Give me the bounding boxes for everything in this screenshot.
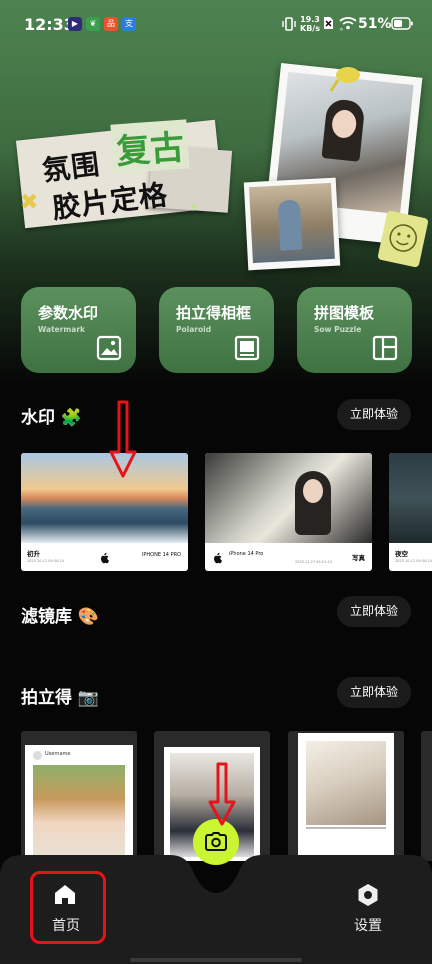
portrait-sample-image — [205, 453, 372, 543]
avatar — [33, 751, 42, 760]
watermark-sample-1[interactable]: 初升 2023.10.11 09:30:14 IPHONE 14 PRO — [21, 453, 188, 571]
puzzle-layout-icon — [372, 335, 398, 361]
nav-settings[interactable]: 设置 — [336, 871, 402, 944]
hero-banner[interactable]: 氛围 复古 胶片定格 ✖ ✦ — [0, 52, 432, 280]
watermark-date: 2023.10.11 09:30:14 — [27, 559, 64, 563]
feature-title: 参数水印 — [38, 304, 99, 322]
sim-off-icon — [323, 16, 334, 34]
watermark-device: iPhone 14 Pro — [229, 551, 264, 557]
section-title-polaroid: 拍立得 📷 — [21, 688, 100, 708]
media-app-icon: ▶ — [68, 17, 82, 31]
night-sky-image — [389, 453, 432, 543]
battery-text: 51% — [358, 16, 392, 32]
try-polaroid-button[interactable]: 立即体验 — [337, 677, 411, 708]
annotation-arrow-down — [208, 762, 236, 830]
home-indicator — [130, 958, 302, 962]
leaf-app-icon: ❦ — [86, 17, 100, 31]
network-speed: 19.3 KB/s — [300, 15, 320, 33]
nav-settings-label: 设置 — [354, 918, 382, 934]
network-speed-unit: KB/s — [300, 24, 320, 33]
section-title-watermark: 水印 🧩 — [21, 408, 83, 428]
annotation-arrow-down — [109, 400, 137, 482]
battery-icon — [391, 17, 413, 34]
watermark-caption: 夜空 — [395, 550, 408, 558]
pushpin-icon — [328, 64, 362, 98]
watermark-sample-2[interactable]: iPhone 14 Pro 2023.11.27 09:21:13 写真 — [205, 453, 372, 571]
watermark-device: IPHONE 14 PRO — [141, 552, 181, 558]
watermark-date: 2023.10.11 09:30:14 — [395, 559, 432, 563]
camera-icon — [205, 832, 227, 856]
feature-subtitle: Sow Puzzle — [314, 325, 362, 334]
signal-icon: ⁶ — [340, 27, 343, 35]
feature-subtitle: Watermark — [38, 325, 85, 334]
watermark-date: 2023.11.27 09:21:13 — [295, 560, 332, 564]
feature-card-watermark[interactable]: 参数水印 Watermark — [21, 287, 136, 373]
star-sticker-icon: ✖ — [20, 190, 39, 215]
polaroid-sample-4[interactable] — [421, 731, 432, 861]
shopping-app-icon: 品 — [104, 17, 118, 31]
image-watermark-icon — [96, 335, 122, 361]
watermark-caption: 写真 — [352, 554, 365, 562]
sunrise-landscape-image — [21, 453, 188, 543]
feature-title: 拼图模板 — [314, 304, 375, 322]
small-portrait-figure — [277, 199, 303, 251]
polaroid-username: Username — [45, 751, 71, 757]
status-bar: 12:33 ▶ ❦ 品 支 19.3 KB/s ⁶ 51% — [0, 0, 432, 52]
watermark-caption: 初升 — [27, 550, 40, 558]
vibrate-icon — [282, 16, 296, 36]
photo-info-bar — [306, 827, 386, 829]
feature-title: 拍立得相框 — [176, 304, 252, 322]
polaroid-sample-1[interactable]: Username — [21, 731, 137, 861]
hero-title-highlight: 复古 — [110, 119, 190, 174]
watermark-sample-3[interactable]: 夜空 2023.10.11 09:30:14 — [389, 453, 432, 571]
feature-subtitle: Polaroid — [176, 325, 212, 334]
section-title-filters: 滤镜库 🎨 — [21, 607, 100, 627]
try-filters-button[interactable]: 立即体验 — [337, 596, 411, 627]
feature-card-puzzle[interactable]: 拼图模板 Sow Puzzle — [297, 287, 412, 373]
feature-card-polaroid[interactable]: 拍立得相框 Polaroid — [159, 287, 274, 373]
window-light-photo — [306, 741, 386, 825]
straw-hat-photo — [33, 765, 125, 861]
hero-photo-small — [243, 177, 341, 271]
polaroid-frame-icon — [234, 335, 260, 361]
apple-logo-icon — [99, 549, 110, 564]
polaroid-sample-3[interactable] — [288, 731, 404, 861]
smiley-sticker-icon — [377, 210, 429, 268]
try-watermark-button[interactable]: 立即体验 — [337, 399, 411, 430]
network-speed-value: 19.3 — [300, 15, 320, 24]
sparkle-icon: ✦ — [188, 200, 200, 216]
alipay-icon: 支 — [122, 17, 136, 31]
portrait-sample-face — [303, 479, 323, 503]
apple-logo-icon — [212, 549, 223, 564]
annotation-highlight-box — [30, 871, 106, 944]
settings-icon — [356, 883, 380, 911]
